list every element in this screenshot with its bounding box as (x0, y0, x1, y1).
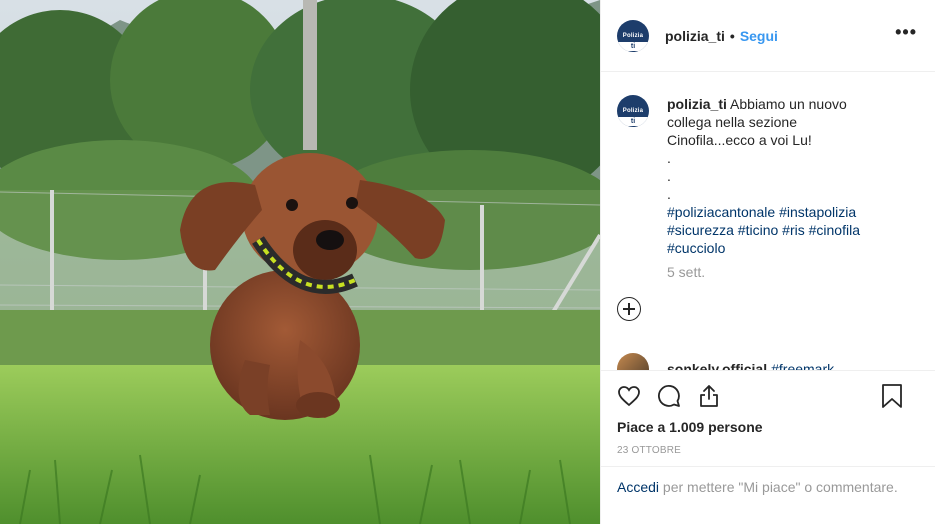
share-icon[interactable] (697, 384, 721, 408)
actions-section: Piace a 1.009 persone 23 OTTOBRE (601, 370, 935, 456)
avatar-logo-text: Polizia (622, 32, 644, 39)
likes-count[interactable]: Piace a 1.009 persone (617, 419, 919, 435)
comment-icon[interactable] (657, 384, 681, 408)
bookmark-icon[interactable] (881, 384, 903, 408)
action-icons (617, 371, 919, 421)
more-options-icon[interactable]: ••• (895, 22, 917, 43)
caption-line: collega nella sezione (667, 114, 797, 130)
commenter-username[interactable]: sonkely.official (667, 361, 767, 370)
comments-section[interactable]: Polizia ti polizia_ti Abbiamo un nuovo c… (601, 73, 935, 370)
separator-dot: • (729, 27, 735, 44)
login-text: per mettere "Mi piace" o commentare. (659, 479, 898, 495)
follow-button[interactable]: Segui (740, 28, 778, 44)
caption-avatar[interactable]: Polizia ti (617, 95, 649, 127)
caption-line: . (667, 150, 671, 166)
dog-photo-illustration (0, 0, 600, 524)
avatar-logo-sub: ti (617, 41, 649, 51)
comment-text[interactable]: #freemark (771, 361, 834, 370)
post-header: Polizia ti polizia_ti • Segui ••• (601, 0, 935, 72)
commenter-avatar[interactable] (617, 353, 649, 370)
hashtag-line[interactable]: #poliziacantonale #instapolizia (667, 203, 902, 221)
post-side-panel: Polizia ti polizia_ti • Segui ••• Polizi… (600, 0, 935, 524)
comment-item: sonkely.official #freemark (617, 353, 919, 370)
hashtag-line[interactable]: #sicurezza #ticino #ris #cinofila (667, 221, 902, 239)
avatar-logo-sub: ti (617, 117, 649, 126)
avatar-logo-text: Polizia (622, 108, 644, 114)
post-date: 23 OTTOBRE (617, 445, 682, 456)
post-photo[interactable] (0, 0, 600, 524)
caption-line: Abbiamo un nuovo (730, 96, 847, 112)
login-link[interactable]: Accedi (617, 479, 659, 495)
account-username[interactable]: polizia_ti (665, 28, 725, 44)
caption-username[interactable]: polizia_ti (667, 96, 727, 112)
add-comment-icon[interactable] (617, 297, 641, 321)
account-avatar[interactable]: Polizia ti (617, 19, 649, 52)
hashtag-line[interactable]: #cucciolo (667, 239, 902, 257)
caption-line: Cinofila...ecco a voi Lu! (667, 132, 812, 148)
post-container: Polizia ti polizia_ti • Segui ••• Polizi… (0, 0, 935, 524)
caption-line: . (667, 186, 671, 202)
caption-body: polizia_ti Abbiamo un nuovo collega nell… (667, 95, 902, 289)
caption: Polizia ti polizia_ti Abbiamo un nuovo c… (617, 95, 919, 289)
caption-line: . (667, 168, 671, 184)
heart-icon[interactable] (617, 384, 641, 408)
caption-time[interactable]: 5 sett. (667, 263, 902, 281)
login-prompt: Accedi per mettere "Mi piace" o commenta… (601, 466, 935, 507)
